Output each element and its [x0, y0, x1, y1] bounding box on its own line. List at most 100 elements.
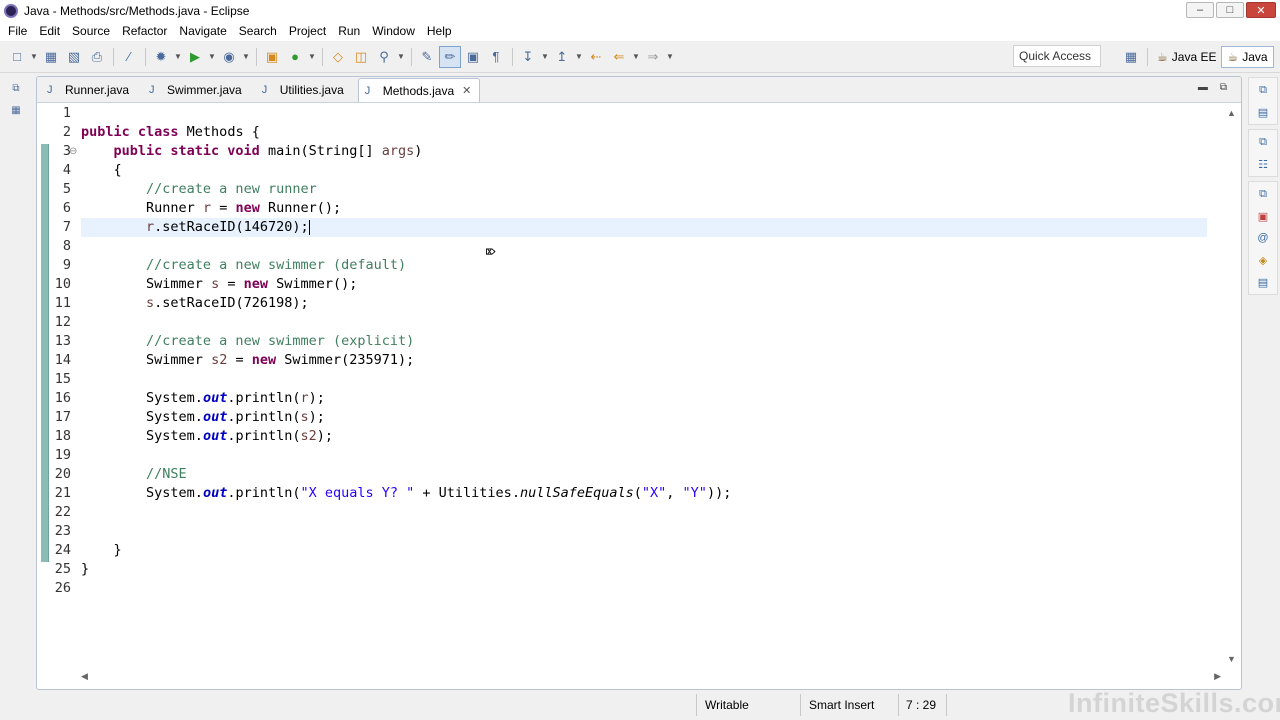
search-dropdown-icon[interactable]: ▼ [396, 46, 406, 68]
code-line: //create a new runner [81, 180, 1207, 199]
code-line: Swimmer s2 = new Swimmer(235971); [81, 351, 1207, 370]
previous-annotation-dropdown-icon[interactable]: ▼ [574, 46, 584, 68]
forward-dropdown-icon[interactable]: ▼ [665, 46, 675, 68]
coverage-icon[interactable]: ◉ [218, 46, 240, 68]
line-number: 13 [54, 333, 71, 349]
debug-dropdown-icon[interactable]: ▼ [173, 46, 183, 68]
menu-help[interactable]: Help [421, 24, 458, 38]
perspective-java[interactable]: ☕ Java [1221, 46, 1274, 68]
run-icon[interactable]: ▶ [184, 46, 206, 68]
save-icon[interactable]: ▦ [40, 46, 62, 68]
status-writable: Writable [705, 698, 749, 712]
javadoc-icon[interactable]: @ [1255, 230, 1271, 246]
tab-utilities-java[interactable]: J Utilities.java [256, 78, 358, 102]
declaration-icon[interactable]: ◈ [1255, 252, 1271, 268]
last-edit-location-icon[interactable]: ⇠ [585, 46, 607, 68]
menu-search[interactable]: Search [233, 24, 283, 38]
search-icon[interactable]: ⚲ [373, 46, 395, 68]
tab-swimmer-java[interactable]: J Swimmer.java [143, 78, 256, 102]
code-text: { [113, 162, 122, 178]
variable: s [146, 295, 155, 311]
new-dropdown-icon[interactable]: ▼ [29, 46, 39, 68]
print-icon[interactable]: ⎙ [86, 46, 108, 68]
forward-icon[interactable]: ⇒ [642, 46, 664, 68]
next-annotation-dropdown-icon[interactable]: ▼ [540, 46, 550, 68]
console-icon[interactable]: ▤ [1255, 274, 1271, 290]
coverage-dropdown-icon[interactable]: ▼ [241, 46, 251, 68]
string-literal: "Y" [682, 485, 707, 501]
code-lines: public class Methods { public static voi… [81, 104, 1207, 598]
menu-edit[interactable]: Edit [33, 24, 66, 38]
tab-runner-java[interactable]: J Runner.java [41, 78, 143, 102]
variable: r [202, 200, 212, 216]
editor-tabs: J Runner.java J Swimmer.java J Utilities… [37, 77, 1241, 103]
open-type-icon[interactable]: ◇ [327, 46, 349, 68]
code-line: public static void main(String[] args) [81, 142, 1207, 161]
restore-icon[interactable]: ⧉ [1255, 82, 1271, 98]
new-icon[interactable]: □ [6, 46, 28, 68]
restore-icon[interactable]: ⧉ [1255, 186, 1271, 202]
task-list-icon[interactable]: ▤ [1255, 104, 1271, 120]
open-perspective-icon[interactable]: ▦ [1120, 46, 1142, 68]
menu-run[interactable]: Run [332, 24, 366, 38]
menu-refactor[interactable]: Refactor [116, 24, 173, 38]
run-dropdown-icon[interactable]: ▼ [207, 46, 217, 68]
code-text: .setRaceID(146720); [154, 219, 309, 235]
tab-methods-java[interactable]: J Methods.java ✕ [357, 78, 481, 102]
code-text: Swimmer(235971); [276, 352, 415, 368]
close-tab-icon[interactable]: ✕ [462, 84, 471, 97]
left-trim-bar: ⧉ ▦ [0, 73, 32, 693]
maximize-button[interactable]: □ [1216, 2, 1244, 18]
save-all-icon[interactable]: ▧ [63, 46, 85, 68]
previous-annotation-icon[interactable]: ↥ [551, 46, 573, 68]
mark-occurrences-icon[interactable]: ✏ [439, 45, 461, 68]
minimize-button[interactable]: – [1186, 2, 1214, 18]
toggle-annotation-icon[interactable]: ✎ [416, 46, 438, 68]
restore-icon[interactable]: ⧉ [1255, 134, 1271, 150]
problems-icon[interactable]: ▣ [1255, 208, 1271, 224]
new-class-icon[interactable]: ● [284, 46, 306, 68]
scroll-up-icon[interactable]: ▲ [1227, 108, 1236, 118]
static-field: out [202, 485, 228, 501]
toolbar-separator [322, 47, 323, 66]
restore-icon[interactable]: ⧉ [8, 81, 24, 95]
title-bar: Java - Methods/src/Methods.java - Eclips… [0, 0, 1280, 21]
close-button[interactable]: ✕ [1246, 2, 1276, 18]
status-insert-mode[interactable]: Smart Insert [809, 698, 874, 712]
menu-window[interactable]: Window [366, 24, 421, 38]
outline-icon[interactable]: ☷ [1255, 156, 1271, 172]
vertical-scrollbar[interactable]: ▲ ▼ [1223, 104, 1241, 666]
scroll-left-icon[interactable]: ◀ [81, 671, 88, 682]
variable: r [300, 390, 309, 406]
menu-source[interactable]: Source [66, 24, 116, 38]
package-explorer-icon[interactable]: ▦ [8, 103, 24, 117]
scroll-down-icon[interactable]: ▼ [1227, 654, 1236, 664]
new-java-project-icon[interactable]: ▣ [261, 46, 283, 68]
next-annotation-icon[interactable]: ↧ [517, 46, 539, 68]
show-whitespace-icon[interactable]: ¶ [485, 46, 507, 68]
scroll-right-icon[interactable]: ▶ [1214, 671, 1221, 682]
tab-label: Runner.java [65, 83, 130, 97]
code-editor[interactable]: ⊖ 1 2 3 4 5 6 7 8 9 10 11 12 13 14 15 16… [37, 104, 1241, 666]
new-class-dropdown-icon[interactable]: ▼ [307, 46, 317, 68]
horizontal-scrollbar[interactable]: ◀ ▶ [81, 669, 1221, 685]
back-icon[interactable]: ⇐ [608, 46, 630, 68]
perspective-java-ee[interactable]: ☕ Java EE [1152, 46, 1221, 68]
menu-file[interactable]: File [2, 24, 33, 38]
back-dropdown-icon[interactable]: ▼ [631, 46, 641, 68]
code-text: Swimmer [146, 352, 212, 368]
code-line: public class Methods { [81, 123, 1207, 142]
open-folder-icon[interactable]: ◫ [350, 46, 372, 68]
menu-project[interactable]: Project [283, 24, 332, 38]
line-number-gutter: 1 2 3 4 5 6 7 8 9 10 11 12 13 14 15 16 1… [49, 104, 71, 598]
quick-access-field[interactable]: Quick Access [1013, 45, 1101, 67]
code-text: ); [308, 409, 325, 425]
block-selection-icon[interactable]: ▣ [462, 46, 484, 68]
menu-navigate[interactable]: Navigate [173, 24, 232, 38]
debug-icon[interactable]: ✹ [150, 46, 172, 68]
line-number: 25 [54, 561, 71, 577]
maximize-icon[interactable]: ⧉ [1220, 82, 1227, 93]
skip-breakpoints-icon[interactable]: ∕ [118, 46, 140, 68]
minimize-icon[interactable]: ▬ [1198, 82, 1208, 93]
line-number: 11 [54, 295, 71, 311]
